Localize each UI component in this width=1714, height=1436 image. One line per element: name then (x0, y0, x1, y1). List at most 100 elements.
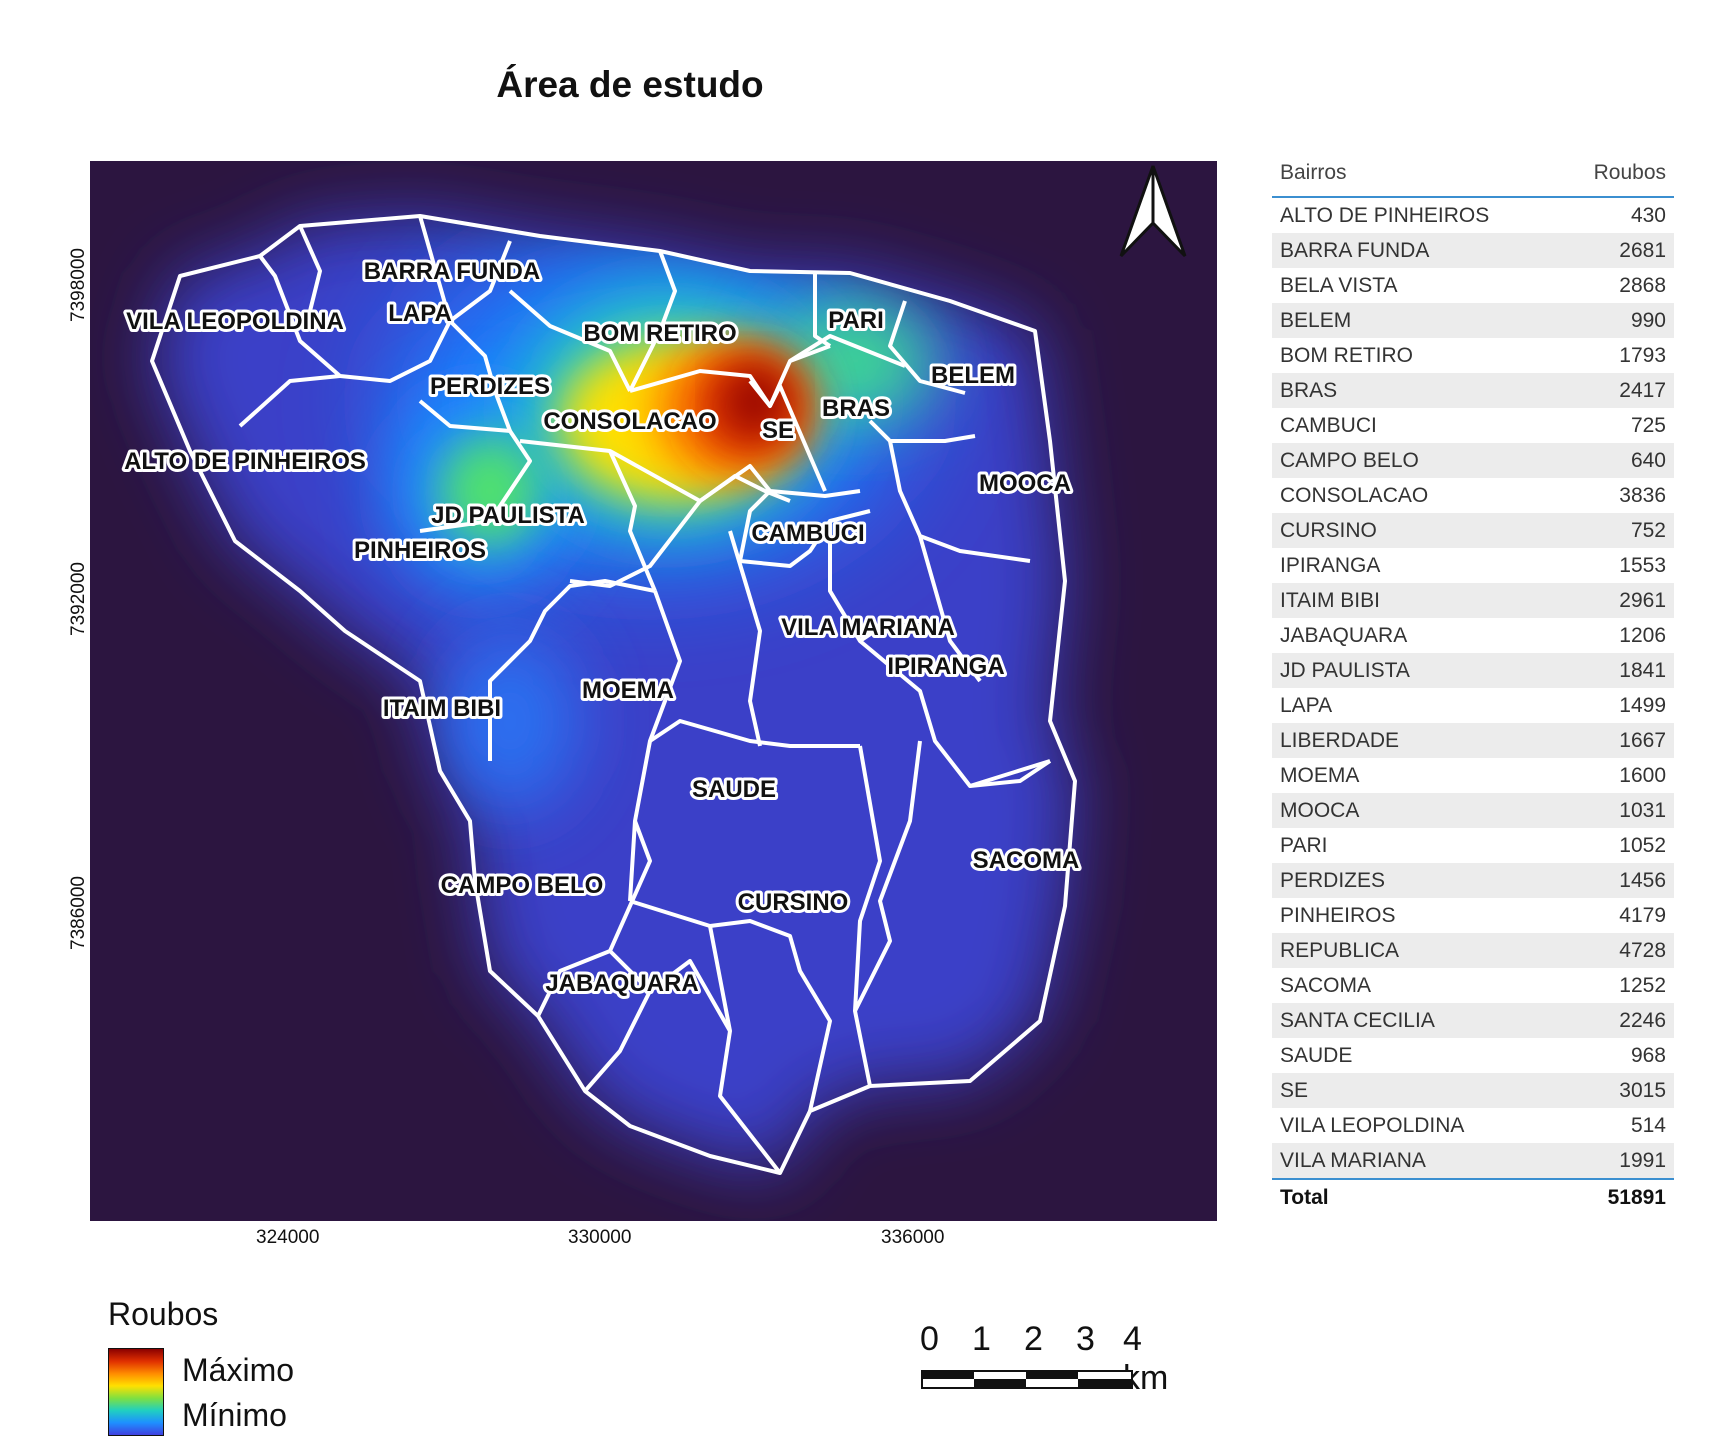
table-row: BOM RETIRO 1793 (1272, 338, 1674, 373)
table-row: SACOMA 1252 (1272, 968, 1674, 1003)
y-tick-label: 7398000 (68, 248, 89, 322)
bairro-cell: JABAQUARA (1280, 623, 1408, 647)
neighborhood-label: PINHEIROS (354, 537, 486, 564)
table-row: BELEM 990 (1272, 303, 1674, 338)
neighborhood-label: ALTO DE PINHEIROS (124, 448, 366, 475)
bairro-cell: CAMBUCI (1280, 413, 1377, 437)
bairro-cell: VILA LEOPOLDINA (1280, 1113, 1465, 1137)
bairro-cell: CAMPO BELO (1280, 448, 1419, 472)
map-title: Área de estudo (496, 64, 764, 105)
roubos-cell: 1793 (1619, 343, 1666, 367)
roubos-cell: 1553 (1619, 553, 1666, 577)
legend-title: Roubos (108, 1296, 219, 1332)
x-tick-label: 330000 (568, 1227, 632, 1248)
scale-bar: 0 1 2 3 4 km (918, 1320, 1168, 1397)
neighborhood-label: JABAQUARA (545, 970, 698, 997)
bairro-cell: PINHEIROS (1280, 903, 1396, 927)
table-row: MOOCA 1031 (1272, 793, 1674, 828)
total-value: 51891 (1607, 1186, 1666, 1209)
bairro-cell: VILA MARIANA (1280, 1148, 1426, 1172)
bairro-cell: PERDIZES (1280, 868, 1386, 892)
scale-bar-graphic (921, 1370, 1133, 1389)
bairro-cell: LAPA (1280, 693, 1333, 717)
neighborhood-label: BRAS (822, 395, 890, 422)
bairro-cell: SE (1280, 1078, 1309, 1102)
x-tick-label: 336000 (881, 1227, 945, 1248)
bairro-cell: PARI (1280, 833, 1328, 857)
roubos-cell: 1031 (1619, 798, 1666, 822)
roubos-cell: 1991 (1619, 1148, 1666, 1172)
roubos-cell: 3836 (1619, 483, 1666, 507)
table-body: ALTO DE PINHEIROS 430 BARRA FUNDA 2681 BELA … (1272, 198, 1674, 1178)
neighborhood-label: CAMPO BELO (441, 872, 604, 899)
legend-max-label: Máximo (182, 1352, 295, 1388)
roubos-cell: 1206 (1619, 623, 1666, 647)
bairro-cell: ITAIM BIBI (1280, 588, 1380, 612)
y-tick-label: 7392000 (68, 562, 89, 636)
roubos-cell: 1252 (1619, 973, 1666, 997)
table-row: CAMBUCI 725 (1272, 408, 1674, 443)
neighborhood-label: CURSINO (738, 889, 849, 916)
total-label: Total (1280, 1186, 1329, 1209)
roubos-cell: 2417 (1619, 378, 1666, 402)
table-row: CAMPO BELO 640 (1272, 443, 1674, 478)
neighborhood-label: PARI (828, 307, 884, 334)
bairro-cell: SAUDE (1280, 1043, 1353, 1067)
scale-label: 2 (1024, 1320, 1043, 1358)
bairro-cell: LIBERDADE (1280, 728, 1400, 752)
table-row: PERDIZES 1456 (1272, 863, 1674, 898)
roubos-cell: 968 (1630, 1043, 1666, 1067)
neighborhood-label: ITAIM BIBI (383, 695, 501, 722)
bairro-cell: REPUBLICA (1280, 938, 1400, 962)
neighborhood-label: BELEM (931, 362, 1015, 389)
neighborhood-label: VILA LEOPOLDINA (126, 308, 344, 335)
table-row: BARRA FUNDA 2681 (1272, 233, 1674, 268)
col-roubos-header: Roubos (1593, 161, 1666, 184)
table-row: SE 3015 (1272, 1073, 1674, 1108)
neighborhood-label: CAMBUCI (751, 520, 864, 547)
roubos-cell: 2868 (1619, 273, 1666, 297)
roubos-cell: 1841 (1619, 658, 1666, 682)
table-row: ALTO DE PINHEIROS 430 (1272, 198, 1674, 233)
heatmap-map: BARRA FUNDA LAPA VILA LEOPOLDINA BOM RETIRO… (90, 161, 1217, 1221)
bairro-cell: BELEM (1280, 308, 1352, 332)
neighborhood-label: IPIRANGA (887, 653, 1004, 680)
scale-label: 1 (972, 1320, 991, 1358)
map-canvas: BARRA FUNDA LAPA VILA LEOPOLDINA BOM RETIRO… (90, 161, 1217, 1221)
table-row: MOEMA 1600 (1272, 758, 1674, 793)
roubos-cell: 2246 (1619, 1008, 1666, 1032)
bairro-cell: IPIRANGA (1280, 553, 1381, 577)
scale-label: 3 (1076, 1320, 1095, 1358)
neighborhood-label: PERDIZES (430, 373, 550, 400)
roubos-cell: 2681 (1619, 238, 1666, 262)
table-row: CURSINO 752 (1272, 513, 1674, 548)
bairro-cell: BRAS (1280, 378, 1338, 402)
neighborhood-label: SAUDE (692, 776, 776, 803)
bairro-cell: ALTO DE PINHEIROS (1280, 203, 1490, 227)
roubos-cell: 1600 (1619, 763, 1666, 787)
roubos-cell: 3015 (1619, 1078, 1666, 1102)
bairro-cell: SANTA CECILIA (1280, 1008, 1435, 1032)
roubos-cell: 514 (1630, 1113, 1666, 1137)
table-row: BELA VISTA 2868 (1272, 268, 1674, 303)
col-bairros-header: Bairros (1280, 161, 1347, 184)
robbery-table: Bairros Roubos ALTO DE PINHEIROS 430 BARRA… (1272, 150, 1674, 1216)
roubos-cell: 990 (1630, 308, 1666, 332)
table-total-row: Total 51891 (1272, 1178, 1674, 1216)
neighborhood-label: BOM RETIRO (583, 320, 736, 347)
neighborhood-label: SACOMA (973, 847, 1080, 874)
table-row: IPIRANGA 1553 (1272, 548, 1674, 583)
neighborhood-label: SE (762, 417, 794, 444)
table-row: LIBERDADE 1667 (1272, 723, 1674, 758)
table-row: JD PAULISTA 1841 (1272, 653, 1674, 688)
roubos-cell: 725 (1630, 413, 1666, 437)
roubos-cell: 430 (1630, 203, 1666, 227)
table-row: CONSOLACAO 3836 (1272, 478, 1674, 513)
bairro-cell: CONSOLACAO (1280, 483, 1429, 507)
roubos-cell: 1499 (1619, 693, 1666, 717)
table-row: REPUBLICA 4728 (1272, 933, 1674, 968)
roubos-cell: 640 (1630, 448, 1666, 472)
table-header: Bairros Roubos (1272, 150, 1674, 198)
x-tick-label: 324000 (256, 1227, 320, 1248)
bairro-cell: MOOCA (1280, 798, 1360, 822)
